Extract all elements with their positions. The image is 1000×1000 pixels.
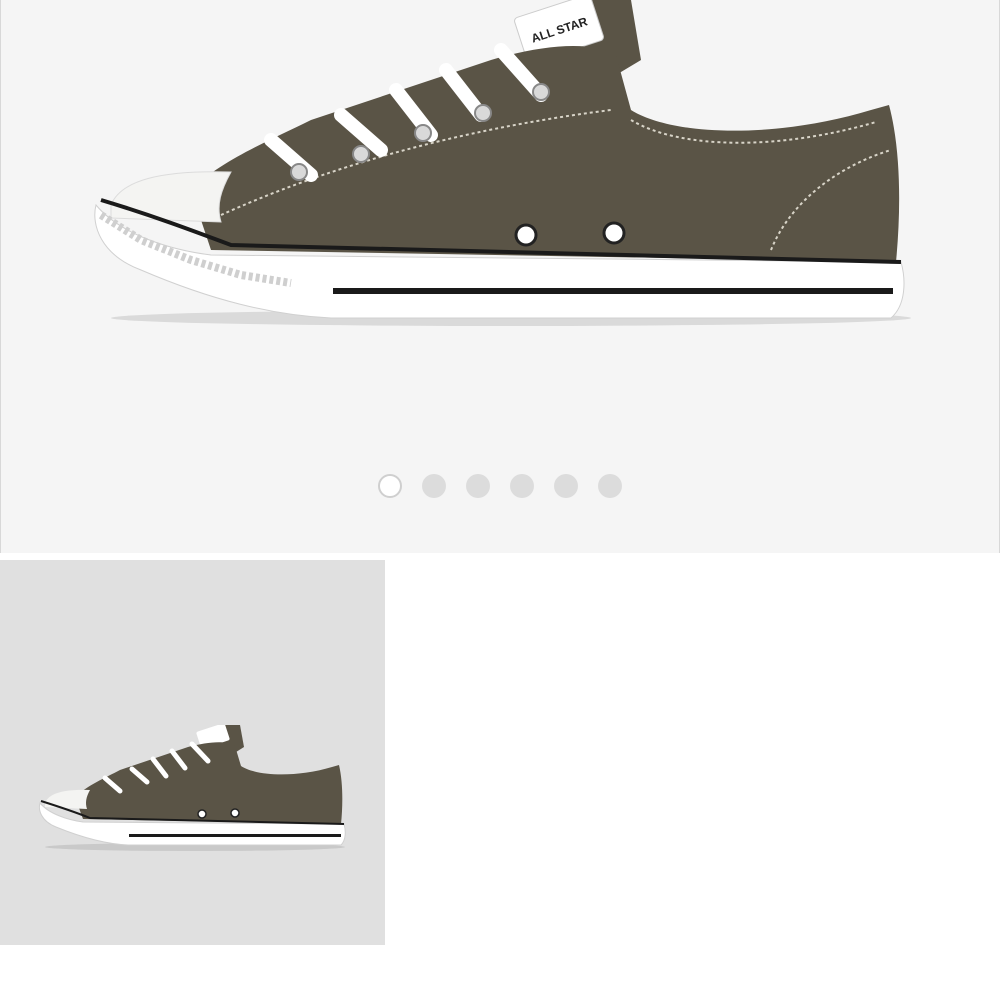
thumbnail-strip (0, 560, 1000, 1000)
product-hero-image[interactable]: ALL STAR (71, 0, 931, 340)
gallery-dot-6[interactable] (598, 474, 622, 498)
thumbnail-shoe-image (38, 725, 346, 851)
sole-stripe (333, 288, 893, 294)
product-image-gallery[interactable]: ALL STAR (0, 0, 1000, 553)
thumbnail-1[interactable] (0, 560, 385, 945)
gallery-dot-2[interactable] (422, 474, 446, 498)
gallery-dot-4[interactable] (510, 474, 534, 498)
gallery-dot-1[interactable] (378, 474, 402, 498)
gallery-pagination (1, 474, 999, 500)
gallery-dot-3[interactable] (466, 474, 490, 498)
gallery-dot-5[interactable] (554, 474, 578, 498)
toe-cap (110, 171, 232, 223)
